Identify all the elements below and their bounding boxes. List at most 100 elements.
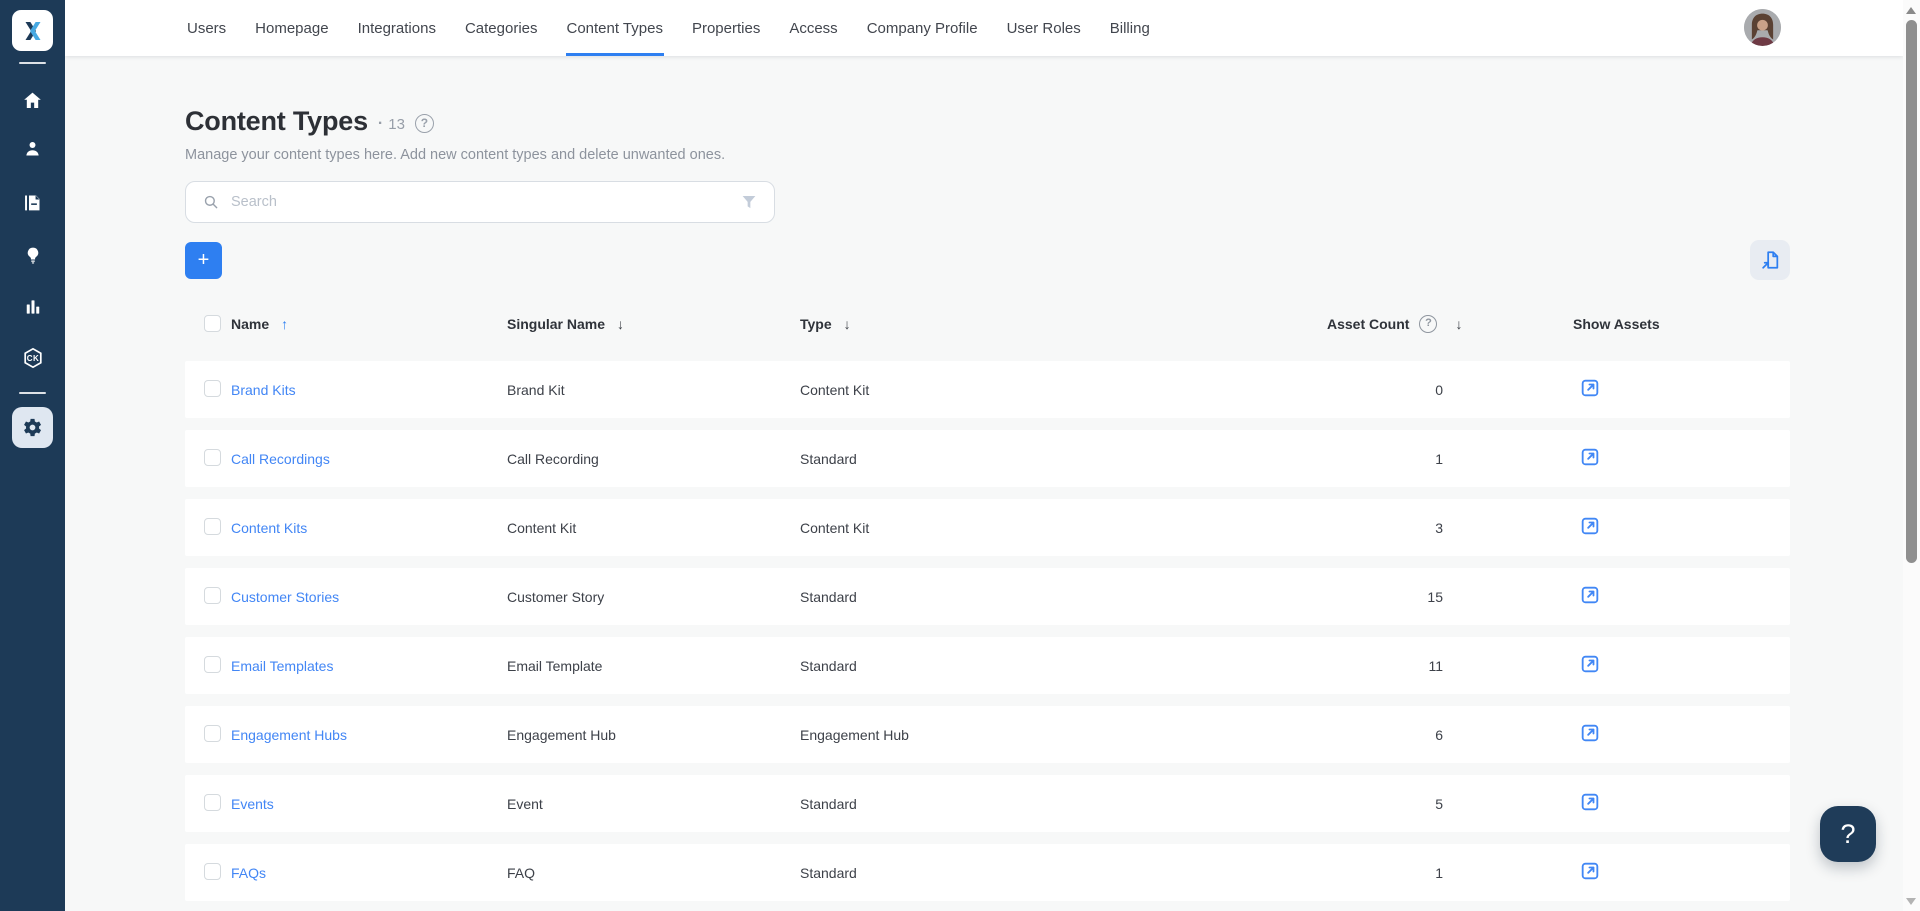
asset-count-cell: 3 [1435,519,1443,536]
select-all-checkbox[interactable] [204,315,221,332]
topnav-item-label: Company Profile [866,19,978,37]
content-type-name-link[interactable]: Content Kits [231,520,507,536]
sidebar-item-users[interactable] [0,128,65,168]
asset-count-cell: 6 [1435,726,1443,743]
table-row: Email Templates Email Template Standard … [185,637,1790,694]
scrollbar-down-arrow-icon[interactable] [1906,898,1916,905]
table-row: FAQs FAQ Standard 1 [185,844,1790,901]
row-checkbox[interactable] [204,655,221,673]
show-assets-button[interactable] [1579,722,1601,744]
avatar-photo [1744,9,1781,46]
topnav-item[interactable]: Users [187,0,226,56]
import-content-types-button[interactable] [1750,240,1790,280]
content-type-name-link[interactable]: Brand Kits [231,382,507,398]
search-icon [204,195,218,209]
content-type-name-link[interactable]: Call Recordings [231,451,507,467]
show-assets-button[interactable] [1579,791,1601,813]
page-subtitle: Manage your content types here. Add new … [185,147,726,163]
sidebar-item-settings-active[interactable] [12,407,53,448]
type-cell: Standard [800,864,857,881]
topnav-item[interactable]: Homepage [255,0,328,56]
asset-count-column-label[interactable]: Asset Count [1327,316,1409,332]
show-assets-button[interactable] [1579,860,1601,882]
column-header-asset-count: Asset Count ? ↓ [1327,308,1462,340]
vertical-scrollbar[interactable] [1903,0,1920,911]
singular-name-column-label[interactable]: Singular Name [507,316,605,332]
external-link-icon [1581,862,1599,880]
row-checkbox[interactable] [204,586,221,604]
search-bar [185,181,775,223]
external-link-icon [1581,586,1599,604]
row-checkbox[interactable] [204,517,221,535]
singular-name-cell: FAQ [507,864,536,881]
table-row: Brand Kits Brand Kit Content Kit 0 [185,361,1790,418]
filter-funnel-icon[interactable] [740,193,758,211]
sidebar-item-content[interactable] [0,182,65,222]
name-column-label[interactable]: Name [231,316,269,332]
avatar[interactable] [1744,9,1781,46]
topnav-item[interactable]: Properties [692,0,760,56]
title-help-icon[interactable]: ? [414,114,434,133]
sort-asc-icon[interactable]: ↑ [281,316,288,332]
type-column-label[interactable]: Type [800,316,832,332]
question-circle-icon[interactable]: ? [1419,315,1438,333]
topnav-item-label: Access [789,19,838,37]
content-type-name-link[interactable]: Customer Stories [231,589,507,605]
app-logo[interactable] [12,10,53,51]
topnav-item[interactable]: Integrations [358,0,436,56]
x-logo-icon [25,21,40,40]
external-link-icon [1581,793,1599,811]
sidebar: CK [0,0,65,911]
table-row: Events Event Standard 5 [185,775,1790,832]
show-assets-button[interactable] [1579,377,1601,399]
show-assets-button[interactable] [1579,584,1601,606]
search-input[interactable] [231,194,740,210]
topnav-item[interactable]: Billing [1110,0,1150,56]
row-checkbox[interactable] [204,862,221,880]
table-row: Content Kits Content Kit Content Kit 3 [185,499,1790,556]
show-assets-button[interactable] [1579,653,1601,675]
row-checkbox[interactable] [204,379,221,397]
scrollbar-up-arrow-icon[interactable] [1906,7,1916,14]
sort-desc-icon[interactable]: ↓ [617,316,624,332]
type-cell: Standard [800,588,857,605]
sort-desc-icon[interactable]: ↓ [844,316,851,332]
sidebar-item-analytics[interactable] [0,287,65,327]
content-type-name-link[interactable]: FAQs [231,865,507,881]
row-checkbox[interactable] [204,448,221,466]
show-assets-button[interactable] [1579,515,1601,537]
singular-name-cell: Event [507,795,543,812]
topnav-item[interactable]: Company Profile [867,0,978,56]
help-button[interactable]: ? [1820,806,1876,862]
sidebar-item-home[interactable] [0,80,65,120]
content-type-name-link[interactable]: Events [231,796,507,812]
content-type-name-link[interactable]: Email Templates [231,658,507,674]
content-kit-icon: CK [23,347,42,369]
topnav-item[interactable]: Categories [465,0,538,56]
sidebar-item-ideas[interactable] [0,235,65,275]
sort-desc-icon[interactable]: ↓ [1455,316,1462,332]
type-cell: Standard [800,450,857,467]
content-type-name-link[interactable]: Engagement Hubs [231,727,507,743]
show-assets-button[interactable] [1579,446,1601,468]
analytics-icon [26,300,39,314]
type-cell: Content Kit [800,381,870,398]
topnav-item[interactable]: User Roles [1007,0,1081,56]
column-header-type: Type ↓ [800,308,851,340]
type-cell: Standard [800,657,857,674]
column-header-show-assets: Show Assets [1573,308,1660,340]
add-content-type-button[interactable]: + [185,241,222,279]
sidebar-item-content-kit[interactable]: CK [0,338,65,378]
topnav-item-label: Properties [691,19,761,37]
main-content: Content Types · 13 ? Manage your content… [65,56,1903,911]
row-checkbox[interactable] [204,793,221,811]
scrollbar-thumb[interactable] [1906,20,1917,563]
topnav-item[interactable]: Content Types [565,0,665,56]
topnav-item-label: Integrations [357,19,436,37]
svg-text:CK: CK [26,354,39,363]
row-checkbox[interactable] [204,724,221,742]
topnav-item[interactable]: Access [789,0,837,56]
type-cell: Standard [800,795,857,812]
user-icon [26,141,39,155]
type-cell: Content Kit [800,519,870,536]
